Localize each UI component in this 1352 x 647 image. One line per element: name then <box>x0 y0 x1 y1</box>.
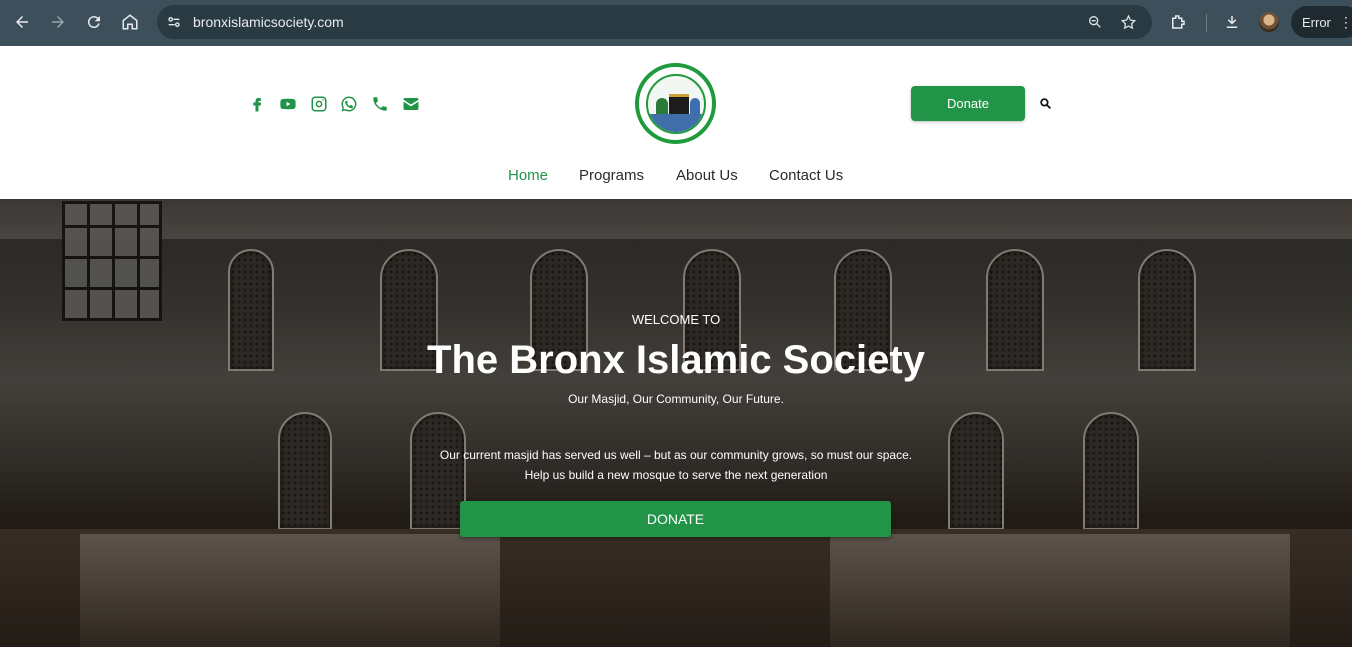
hero-description-line2: Help us build a new mosque to serve the … <box>524 468 828 482</box>
back-arrow-icon[interactable] <box>11 11 33 33</box>
logo-mosque-right <box>689 97 700 114</box>
browser-toolbar: bronxislamicsociety.com Error ⋮ <box>0 0 1352 46</box>
youtube-icon[interactable] <box>278 94 298 114</box>
logo-emblem <box>645 73 706 134</box>
profile-error-label: Error <box>1302 14 1331 30</box>
main-nav: Home Programs About Us Contact Us <box>0 167 1352 189</box>
home-icon[interactable] <box>119 11 141 33</box>
hero-tagline: Our Masjid, Our Community, Our Future. <box>568 392 784 406</box>
toolbar-divider <box>1206 14 1207 32</box>
logo-kaaba <box>668 93 689 114</box>
hero-title: The Bronx Islamic Society <box>427 338 925 382</box>
hero-donate-button[interactable]: DONATE <box>460 501 891 537</box>
facebook-icon[interactable] <box>247 94 267 114</box>
hero-welcome: WELCOME TO <box>631 312 721 327</box>
nav-home[interactable]: Home <box>508 167 548 184</box>
site-logo[interactable] <box>635 63 716 144</box>
site-header: Donate Home Programs About Us Contact Us <box>0 46 1352 199</box>
search-icon[interactable] <box>1038 96 1052 110</box>
instagram-icon[interactable] <box>309 94 329 114</box>
nav-programs[interactable]: Programs <box>579 167 644 184</box>
header-donate-button[interactable]: Donate <box>911 86 1025 121</box>
zoom-icon[interactable] <box>1086 13 1104 31</box>
more-menu-icon[interactable]: ⋮ <box>1339 15 1352 29</box>
logo-mosque-left <box>655 97 668 114</box>
address-bar[interactable]: bronxislamicsociety.com <box>157 5 1152 39</box>
extensions-icon[interactable] <box>1168 12 1188 32</box>
hero-section: WELCOME TO The Bronx Islamic Society Our… <box>0 199 1352 647</box>
download-icon[interactable] <box>1222 12 1242 32</box>
nav-contact-us[interactable]: Contact Us <box>769 167 843 184</box>
email-icon[interactable] <box>401 94 421 114</box>
hero-content: WELCOME TO The Bronx Islamic Society Our… <box>0 199 1352 647</box>
nav-about-us[interactable]: About Us <box>676 167 738 184</box>
profile-avatar[interactable] <box>1259 12 1279 32</box>
bookmark-star-icon[interactable] <box>1119 13 1137 31</box>
logo-base <box>647 113 704 132</box>
reload-icon[interactable] <box>83 11 105 33</box>
phone-icon[interactable] <box>370 94 390 114</box>
site-settings-icon[interactable] <box>165 13 183 31</box>
forward-arrow-icon[interactable] <box>47 11 69 33</box>
profile-error-button[interactable]: Error ⋮ <box>1291 6 1352 38</box>
url-text[interactable]: bronxislamicsociety.com <box>193 14 344 30</box>
hero-description-line1: Our current masjid has served us well – … <box>439 448 913 462</box>
whatsapp-icon[interactable] <box>339 94 359 114</box>
